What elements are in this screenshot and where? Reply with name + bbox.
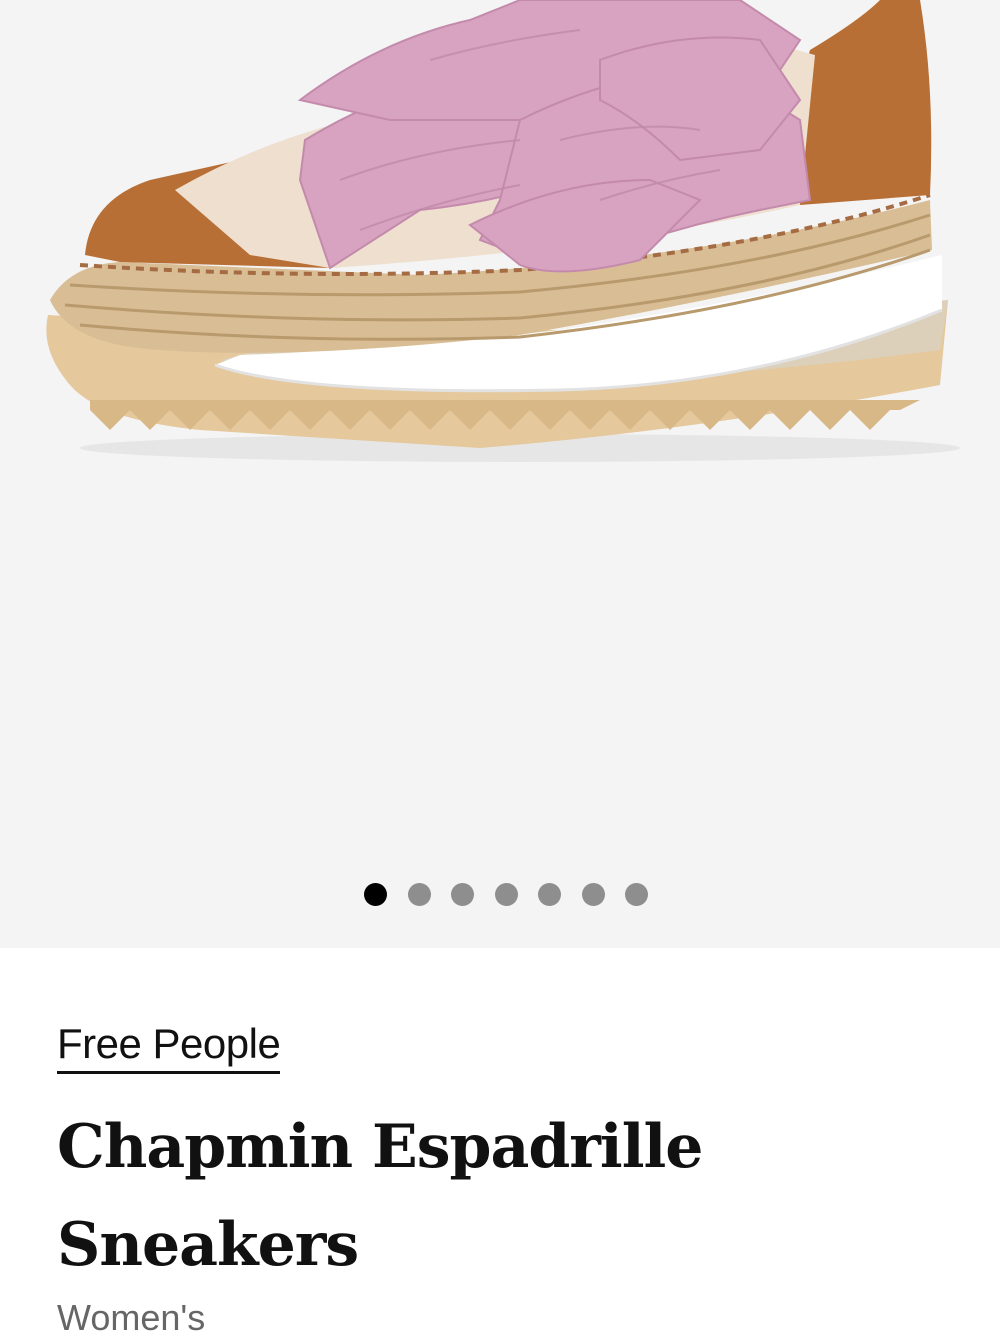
- carousel-dot[interactable]: [407, 882, 431, 906]
- product-title: Chapmin Espadrille Sneakers: [57, 1112, 703, 1280]
- product-photo: [46, 0, 960, 462]
- carousel-pagination: [0, 881, 1000, 907]
- carousel-dot[interactable]: [581, 882, 605, 906]
- carousel-dot[interactable]: [494, 882, 518, 906]
- product-image-gallery[interactable]: [0, 0, 1000, 948]
- brand-link[interactable]: Free People: [57, 1020, 281, 1074]
- carousel-dot[interactable]: [364, 882, 387, 906]
- carousel-dot[interactable]: [538, 882, 561, 906]
- carousel-dot[interactable]: [451, 882, 474, 906]
- product-gender: Women's: [57, 1297, 206, 1338]
- carousel-dot[interactable]: [625, 882, 648, 906]
